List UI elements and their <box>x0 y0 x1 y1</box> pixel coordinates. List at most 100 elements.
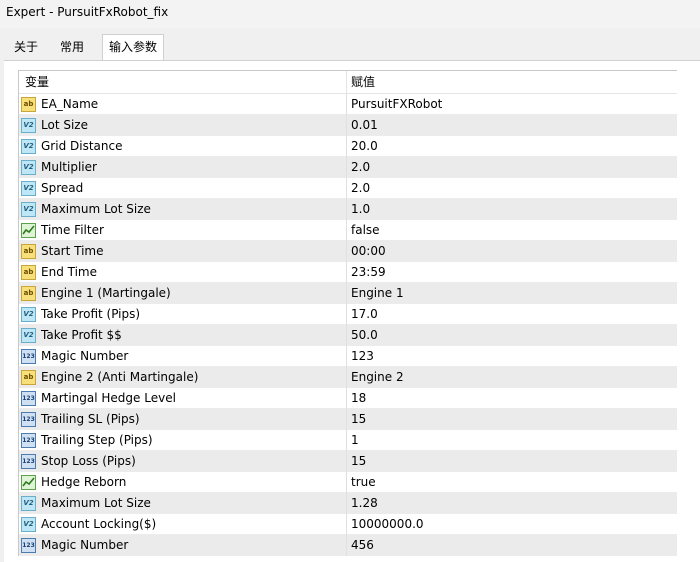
variable-name: Take Profit (Pips) <box>41 307 141 321</box>
table-row[interactable]: ab EA_Name PursuitFXRobot <box>19 94 677 115</box>
table-row[interactable]: 123 Stop Loss (Pips) 15 <box>19 451 677 472</box>
variable-value: true <box>351 475 376 489</box>
variable-value: 123 <box>351 349 374 363</box>
variable-cell: 123 Martingal Hedge Level <box>19 388 345 409</box>
string-icon: ab <box>21 244 36 259</box>
variable-cell: 123 Stop Loss (Pips) <box>19 451 345 472</box>
table-row[interactable]: ab Start Time 00:00 <box>19 241 677 262</box>
variable-cell: V2 Take Profit (Pips) <box>19 304 345 325</box>
variable-name: Magic Number <box>41 349 129 363</box>
table-row[interactable]: V2 Lot Size 0.01 <box>19 115 677 136</box>
variable-value: 15 <box>351 454 367 468</box>
value-cell[interactable]: Engine 1 <box>346 283 677 304</box>
value-cell[interactable]: 23:59 <box>346 262 677 283</box>
variable-cell: ab End Time <box>19 262 345 283</box>
table-row[interactable]: 123 Trailing Step (Pips) 1 <box>19 430 677 451</box>
integer-icon: 123 <box>21 538 36 553</box>
variable-name: Grid Distance <box>41 139 123 153</box>
value-cell[interactable]: 15 <box>346 451 677 472</box>
double-icon: V2 <box>21 496 36 511</box>
variable-value: 20.0 <box>351 139 378 153</box>
variable-name: EA_Name <box>41 97 99 111</box>
variable-value: Engine 1 <box>351 286 404 300</box>
variable-name: Time Filter <box>41 223 104 237</box>
value-cell[interactable]: 456 <box>346 535 677 556</box>
value-cell[interactable]: 00:00 <box>346 241 677 262</box>
value-cell[interactable]: 2.0 <box>346 157 677 178</box>
table-row[interactable]: Hedge Reborn true <box>19 472 677 493</box>
variable-value: 1 <box>351 433 359 447</box>
table-row[interactable]: V2 Grid Distance 20.0 <box>19 136 677 157</box>
value-cell[interactable]: 10000000.0 <box>346 514 677 535</box>
value-cell[interactable]: false <box>346 220 677 241</box>
title-bar: Expert - PursuitFxRobot_fix <box>0 0 700 28</box>
table-row[interactable]: V2 Account Locking($) 10000000.0 <box>19 514 677 535</box>
double-icon: V2 <box>21 181 36 196</box>
table-row[interactable]: 123 Martingal Hedge Level 18 <box>19 388 677 409</box>
double-icon: V2 <box>21 139 36 154</box>
value-cell[interactable]: 1 <box>346 430 677 451</box>
column-header-value[interactable]: 赋值 <box>346 71 681 93</box>
variable-value: 18 <box>351 391 367 405</box>
variable-value: 17.0 <box>351 307 378 321</box>
table-row[interactable]: V2 Take Profit (Pips) 17.0 <box>19 304 677 325</box>
variable-value: 1.28 <box>351 496 378 510</box>
variable-cell: Hedge Reborn <box>19 472 345 493</box>
value-cell[interactable]: 17.0 <box>346 304 677 325</box>
value-cell[interactable]: 50.0 <box>346 325 677 346</box>
double-icon: V2 <box>21 328 36 343</box>
variable-cell: ab EA_Name <box>19 94 345 115</box>
variable-value: 10000000.0 <box>351 517 424 531</box>
variable-value: 2.0 <box>351 181 371 195</box>
variable-cell: ab Start Time <box>19 241 345 262</box>
variable-name: Multiplier <box>41 160 97 174</box>
value-cell[interactable]: 18 <box>346 388 677 409</box>
variable-cell: ab Engine 1 (Martingale) <box>19 283 345 304</box>
parameters-table: 变量 赋值 ab EA_Name PursuitFXRobot V2 Lot Size 0… <box>18 70 677 556</box>
variable-name: Take Profit $$ <box>41 328 122 342</box>
variable-cell: ab Engine 2 (Anti Martingale) <box>19 367 345 388</box>
value-cell[interactable]: 20.0 <box>346 136 677 157</box>
value-cell[interactable]: 0.01 <box>346 115 677 136</box>
value-cell[interactable]: 15 <box>346 409 677 430</box>
variable-cell: V2 Maximum Lot Size <box>19 199 345 220</box>
tab-input-parameters[interactable]: 输入参数 <box>102 34 165 61</box>
table-row[interactable]: V2 Take Profit $$ 50.0 <box>19 325 677 346</box>
table-row[interactable]: V2 Maximum Lot Size 1.0 <box>19 199 677 220</box>
string-icon: ab <box>21 97 36 112</box>
value-cell[interactable]: true <box>346 472 677 493</box>
variable-value: 00:00 <box>351 244 386 258</box>
value-cell[interactable]: Engine 2 <box>346 367 677 388</box>
bool-icon <box>21 475 36 490</box>
variable-cell: 123 Magic Number <box>19 535 345 556</box>
table-row[interactable]: 123 Magic Number 123 <box>19 346 677 367</box>
value-cell[interactable]: 123 <box>346 346 677 367</box>
value-cell[interactable]: 1.28 <box>346 493 677 514</box>
variable-name: Trailing SL (Pips) <box>41 412 140 426</box>
table-row[interactable]: ab Engine 1 (Martingale) Engine 1 <box>19 283 677 304</box>
table-row[interactable]: 123 Magic Number 456 <box>19 535 677 556</box>
integer-icon: 123 <box>21 433 36 448</box>
value-cell[interactable]: PursuitFXRobot <box>346 94 677 115</box>
variable-name: Martingal Hedge Level <box>41 391 176 405</box>
variable-value: 15 <box>351 412 367 426</box>
value-cell[interactable]: 2.0 <box>346 178 677 199</box>
tab-about[interactable]: 关于 <box>8 36 44 59</box>
variable-name: Start Time <box>41 244 104 258</box>
table-row[interactable]: 123 Trailing SL (Pips) 15 <box>19 409 677 430</box>
table-row[interactable]: ab End Time 23:59 <box>19 262 677 283</box>
variable-cell: V2 Account Locking($) <box>19 514 345 535</box>
integer-icon: 123 <box>21 454 36 469</box>
table-row[interactable]: V2 Spread 2.0 <box>19 178 677 199</box>
variable-name: Magic Number <box>41 538 129 552</box>
value-cell[interactable]: 1.0 <box>346 199 677 220</box>
tab-common[interactable]: 常用 <box>54 36 90 59</box>
column-header-variable[interactable]: 变量 <box>25 71 351 93</box>
variable-name: Lot Size <box>41 118 88 132</box>
variable-name: End Time <box>41 265 97 279</box>
table-row[interactable]: Time Filter false <box>19 220 677 241</box>
table-row[interactable]: V2 Maximum Lot Size 1.28 <box>19 493 677 514</box>
variable-name: Stop Loss (Pips) <box>41 454 136 468</box>
table-row[interactable]: V2 Multiplier 2.0 <box>19 157 677 178</box>
table-row[interactable]: ab Engine 2 (Anti Martingale) Engine 2 <box>19 367 677 388</box>
